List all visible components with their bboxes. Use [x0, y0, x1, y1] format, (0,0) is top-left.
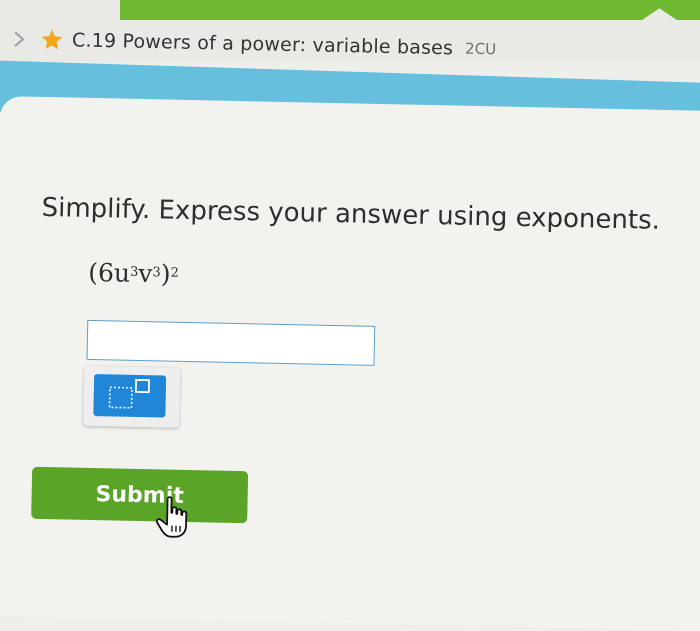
expression-variable-v: v — [138, 259, 153, 288]
v-exponent: 3 — [152, 265, 161, 280]
expression-close-paren: ) — [160, 259, 170, 288]
hand-pointer-icon — [155, 495, 192, 540]
math-expression: (6u3v3)2 — [88, 258, 179, 289]
star-icon — [40, 28, 64, 52]
skill-title: C.19 Powers of a power: variable bases — [72, 29, 454, 59]
math-keypad — [83, 366, 180, 428]
header-accent-bar — [120, 0, 700, 20]
submit-button[interactable]: Submit — [31, 467, 248, 524]
outer-exponent: 2 — [170, 266, 179, 281]
chevron-right-icon[interactable] — [8, 28, 30, 50]
u-exponent: 3 — [130, 265, 139, 280]
question-panel: Simplify. Express your answer using expo… — [0, 96, 700, 631]
exponent-template-icon — [93, 374, 166, 417]
answer-input[interactable] — [86, 320, 375, 366]
skill-code: 2CU — [465, 40, 496, 59]
expression-base: (6u — [88, 258, 130, 288]
exponent-button[interactable] — [93, 374, 166, 417]
question-instruction: Simplify. Express your answer using expo… — [41, 193, 660, 236]
